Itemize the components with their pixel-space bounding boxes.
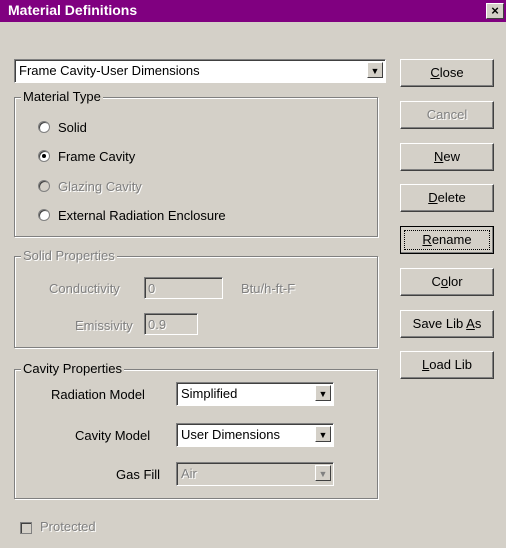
cancel-button: Cancel — [400, 101, 494, 129]
gas-fill-label: Gas Fill — [116, 467, 161, 482]
gas-fill-value: Air — [181, 466, 197, 481]
conductivity-value: 0 — [148, 281, 156, 296]
cavity-properties-legend: Cavity Properties — [21, 361, 124, 376]
conductivity-field: 0 — [144, 277, 223, 299]
conductivity-unit: Btu/h-ft-F — [241, 281, 296, 296]
radio-solid-label: Solid — [58, 120, 87, 135]
new-button[interactable]: New — [400, 143, 494, 171]
gas-fill-select: Air ▼ — [176, 462, 334, 486]
material-type-legend: Material Type — [21, 89, 103, 104]
radio-frame-cavity-indicator — [38, 150, 50, 162]
conductivity-label: Conductivity — [49, 281, 120, 296]
close-icon[interactable]: × — [486, 3, 504, 19]
color-button[interactable]: Color — [400, 268, 494, 296]
radio-frame-cavity-label: Frame Cavity — [58, 149, 136, 164]
chevron-down-icon: ▼ — [315, 465, 331, 481]
cavity-model-select[interactable]: User Dimensions ▼ — [176, 423, 334, 447]
emissivity-field: 0.9 — [144, 313, 198, 335]
chevron-down-icon[interactable]: ▼ — [315, 385, 331, 401]
radiation-model-select[interactable]: Simplified ▼ — [176, 382, 334, 406]
close-button[interactable]: Close — [400, 59, 494, 87]
window-title: Material Definitions — [8, 2, 138, 18]
radio-external-radiation-enclosure-label: External Radiation Enclosure — [58, 208, 226, 223]
rename-button[interactable]: Rename — [400, 226, 494, 254]
chevron-down-icon[interactable]: ▼ — [315, 426, 331, 442]
delete-button[interactable]: Delete — [400, 184, 494, 212]
radio-glazing-cavity-label: Glazing Cavity — [58, 179, 142, 194]
radio-glazing-cavity-indicator — [38, 180, 50, 192]
radio-solid-indicator — [38, 121, 50, 133]
material-select[interactable]: Frame Cavity-User Dimensions ▼ — [14, 59, 386, 83]
load-lib-button[interactable]: Load Lib — [400, 351, 494, 379]
protected-label: Protected — [40, 519, 96, 534]
emissivity-label: Emissivity — [75, 318, 133, 333]
cavity-model-label: Cavity Model — [75, 428, 151, 443]
radiation-model-label: Radiation Model — [51, 387, 145, 402]
cavity-model-value: User Dimensions — [181, 427, 280, 442]
radiation-model-value: Simplified — [181, 386, 238, 401]
emissivity-value: 0.9 — [148, 317, 167, 332]
title-bar: Material Definitions × — [0, 0, 506, 22]
solid-properties-legend: Solid Properties — [21, 248, 117, 263]
protected-checkbox — [20, 522, 32, 534]
chevron-down-icon[interactable]: ▼ — [367, 62, 383, 78]
save-lib-as-button[interactable]: Save Lib As — [400, 310, 494, 338]
radio-external-radiation-enclosure-indicator — [38, 209, 50, 221]
material-select-value: Frame Cavity-User Dimensions — [19, 63, 200, 78]
